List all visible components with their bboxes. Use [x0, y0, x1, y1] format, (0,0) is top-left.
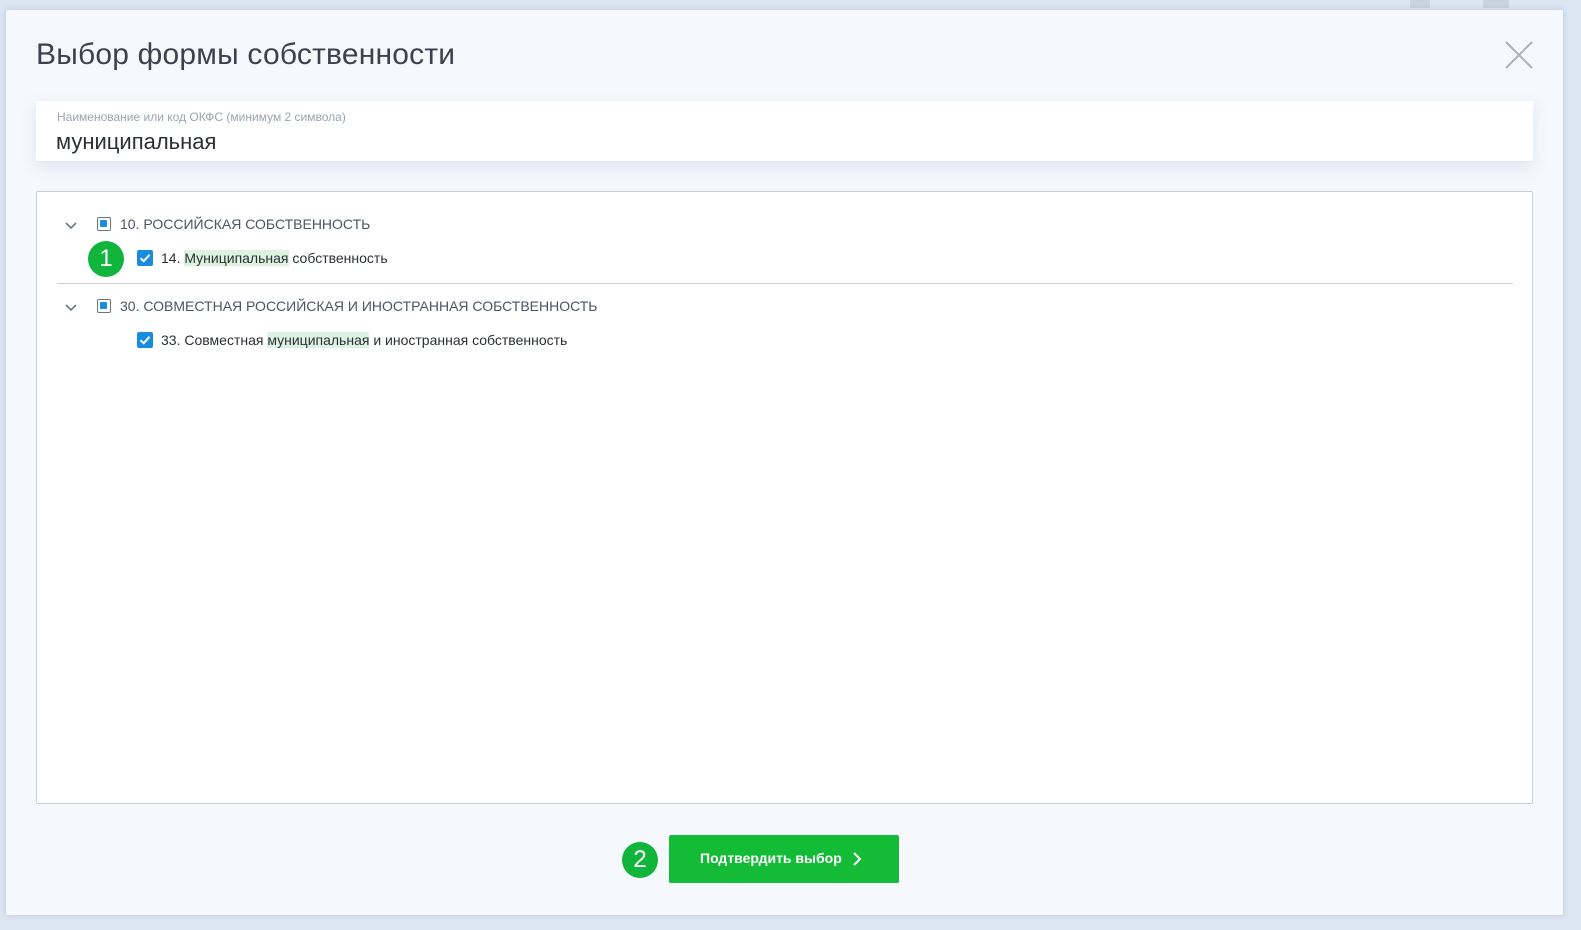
group-divider: [57, 283, 1513, 284]
tree-item[interactable]: 33. Совместная муниципальная и иностранн…: [137, 330, 1437, 352]
ownership-tree: 10. РОССИЙСКАЯ СОБСТВЕННОСТЬ 14. Муницип…: [36, 191, 1533, 804]
item-label-suffix: собственность: [288, 250, 388, 266]
background-fragment: [1410, 0, 1430, 8]
group-checkbox[interactable]: [97, 217, 111, 231]
confirm-button-label: Подтвердить выбор: [700, 850, 842, 866]
group-checkbox[interactable]: [97, 299, 111, 313]
chevron-down-icon[interactable]: [63, 300, 79, 316]
tree-item[interactable]: 14. Муниципальная собственность: [137, 248, 1437, 270]
chevron-right-icon: [853, 852, 862, 866]
chevron-down-icon[interactable]: [63, 218, 79, 234]
group-label: 30. СОВМЕСТНАЯ РОССИЙСКАЯ И ИНОСТРАННАЯ …: [120, 298, 598, 314]
close-icon[interactable]: [1502, 38, 1536, 72]
item-checkbox[interactable]: [137, 332, 153, 348]
ownership-form-modal: Выбор формы собственности Наименование и…: [6, 10, 1563, 915]
item-label-suffix: и иностранная собственность: [369, 332, 568, 348]
background-fragment: [1483, 0, 1509, 8]
check-icon: [139, 254, 151, 263]
item-checkbox[interactable]: [137, 250, 153, 266]
search-label: Наименование или код ОКФС (минимум 2 сим…: [57, 110, 346, 124]
item-label-prefix: 14.: [161, 250, 185, 266]
search-match-highlight: муниципальная: [267, 332, 370, 348]
item-label-prefix: 33. Совместная: [161, 332, 268, 348]
search-field[interactable]: Наименование или код ОКФС (минимум 2 сим…: [36, 101, 1533, 161]
tree-group-header: 10. РОССИЙСКАЯ СОБСТВЕННОСТЬ: [57, 214, 1513, 238]
step-marker-2: 2: [622, 842, 658, 878]
step-marker-1: 1: [88, 241, 124, 277]
confirm-selection-button[interactable]: Подтвердить выбор: [669, 835, 899, 883]
group-label: 10. РОССИЙСКАЯ СОБСТВЕННОСТЬ: [120, 216, 371, 232]
tree-group-header: 30. СОВМЕСТНАЯ РОССИЙСКАЯ И ИНОСТРАННАЯ …: [57, 296, 1513, 320]
search-match-highlight: Муниципальная: [184, 250, 289, 266]
search-input[interactable]: [56, 128, 1496, 156]
check-icon: [139, 336, 151, 345]
item-label: 14. Муниципальная собственность: [161, 250, 388, 266]
modal-title: Выбор формы собственности: [36, 38, 456, 71]
item-label: 33. Совместная муниципальная и иностранн…: [161, 332, 567, 348]
